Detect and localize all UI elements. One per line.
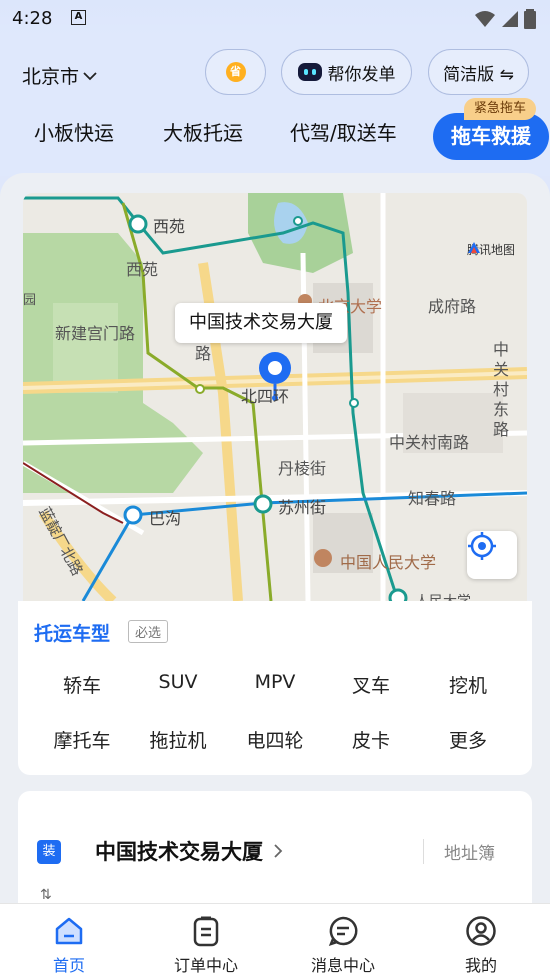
dispatch-helper-button[interactable]: 帮你发单 [281, 49, 412, 95]
vehicle-option-mpv[interactable]: MPV [227, 671, 323, 693]
address-book-button[interactable]: 地址簿 [423, 839, 495, 864]
vehicle-type-title: 托运车型 [34, 623, 111, 645]
map-label-xiyuan: 西苑 [126, 260, 159, 279]
simple-mode-button[interactable]: 简洁版 ⇋ [428, 49, 529, 95]
required-badge: 必选 [128, 620, 169, 643]
city-selector[interactable]: 北京市 [22, 62, 97, 89]
pin-callout: 中国技术交易大厦 [175, 303, 347, 343]
tab-small-board[interactable]: 小板快运 [34, 117, 114, 146]
locate-button[interactable] [467, 531, 517, 579]
crosshair-icon [468, 532, 496, 560]
user-icon [466, 916, 496, 946]
chat-icon [328, 916, 358, 947]
map-label-zgc-east: 中关村东路 [493, 340, 510, 439]
nav-orders[interactable]: 订单中心 [156, 914, 256, 976]
wifi-icon [475, 11, 495, 27]
coin-icon: 省 [225, 62, 246, 82]
nav-profile[interactable]: 我的 [431, 914, 531, 976]
nav-messages[interactable]: 消息中心 [293, 914, 393, 976]
pickup-address-name: 中国技术交易大厦 [95, 840, 263, 864]
system-icons [474, 8, 536, 30]
vehicle-option-more[interactable]: 更多 [420, 726, 516, 753]
home-icon [55, 917, 83, 945]
tab-tow-rescue[interactable]: 拖车救援 [433, 113, 549, 160]
nav-home-label: 首页 [52, 956, 85, 975]
map-label-chengfu: 成府路 [428, 297, 477, 316]
tab-large-board[interactable]: 大板托运 [163, 117, 243, 146]
dispatch-label: 帮你发单 [327, 64, 396, 85]
nav-home[interactable]: 首页 [19, 914, 119, 976]
service-tabs: 小板快运 大板托运 代驾/取送车 拖车救援 紧急拖车 [0, 98, 550, 160]
map-label-renmin-univ: 中国人民大学 [340, 553, 437, 572]
vehicle-option-excavator[interactable]: 挖机 [420, 671, 516, 698]
battery-icon [524, 9, 536, 29]
status-time: 4:28 [12, 8, 53, 29]
save-money-button[interactable]: 省 [205, 49, 266, 95]
map-view[interactable]: 西苑 西苑 新建宫门路 园 北京大学 成府路 中关村东路 路 北四环 中关村南路… [23, 193, 527, 601]
clipboard-icon [193, 916, 219, 947]
bottom-nav: 首页 订单中心 消息中心 我的 [0, 903, 550, 979]
nav-profile-label: 我的 [464, 956, 497, 975]
map-label-xinjian: 新建宫门路 [55, 324, 136, 343]
vehicle-option-electric-4wheel[interactable]: 电四轮 [227, 726, 323, 753]
signal-icon [502, 11, 518, 27]
map-label-beisihuan: 北四环 [241, 387, 290, 406]
notification-icon: A [71, 10, 86, 25]
tab-chauffeur[interactable]: 代驾/取送车 [290, 117, 397, 146]
nav-orders-label: 订单中心 [173, 956, 238, 975]
swap-icon[interactable]: ⇅ [40, 887, 52, 903]
vehicle-option-sedan[interactable]: 轿车 [34, 671, 130, 698]
map-label-zhichun: 知春路 [408, 489, 457, 508]
map-label-danleng: 丹棱街 [278, 459, 327, 478]
load-badge: 装 [37, 840, 61, 864]
nav-messages-label: 消息中心 [310, 956, 375, 975]
map-label-bagou: 巴沟 [149, 509, 182, 528]
city-label: 北京市 [22, 66, 80, 88]
vehicle-option-tractor[interactable]: 拖拉机 [130, 726, 226, 753]
status-bar: 4:28 A [0, 0, 550, 36]
map-label-xiyuan-station: 西苑 [153, 217, 186, 236]
simple-mode-label: 简洁版 ⇋ [443, 64, 514, 85]
urgent-tag: 紧急拖车 [464, 98, 537, 120]
tencent-map-icon [467, 242, 480, 253]
map-label-renmin-station: 人民大学 [415, 591, 471, 601]
chevron-down-icon [83, 71, 97, 80]
map-label-lu: 路 [195, 344, 212, 363]
vehicle-option-motorcycle[interactable]: 摩托车 [34, 726, 130, 753]
map-label-yuan: 园 [23, 293, 37, 308]
pickup-address[interactable]: 中国技术交易大厦 [95, 836, 283, 866]
robot-icon [297, 63, 322, 81]
map-label-suzhou: 苏州街 [278, 498, 327, 517]
vehicle-option-pickup[interactable]: 皮卡 [323, 726, 419, 753]
vehicle-type-card: 托运车型 必选 轿车 SUV MPV 叉车 挖机 摩托车 拖拉机 电四轮 皮卡 … [18, 601, 532, 775]
vehicle-option-suv[interactable]: SUV [130, 671, 226, 693]
vehicle-option-forklift[interactable]: 叉车 [323, 671, 419, 698]
chevron-right-icon [274, 844, 283, 858]
map-label-zgc-south: 中关村南路 [389, 433, 470, 452]
map-provider-logo: 腾讯地图 [467, 241, 515, 258]
header: 北京市 省 帮你发单 简洁版 ⇋ 小板快运 大板托运 代驾/取送车 拖车救援 紧… [0, 36, 550, 176]
